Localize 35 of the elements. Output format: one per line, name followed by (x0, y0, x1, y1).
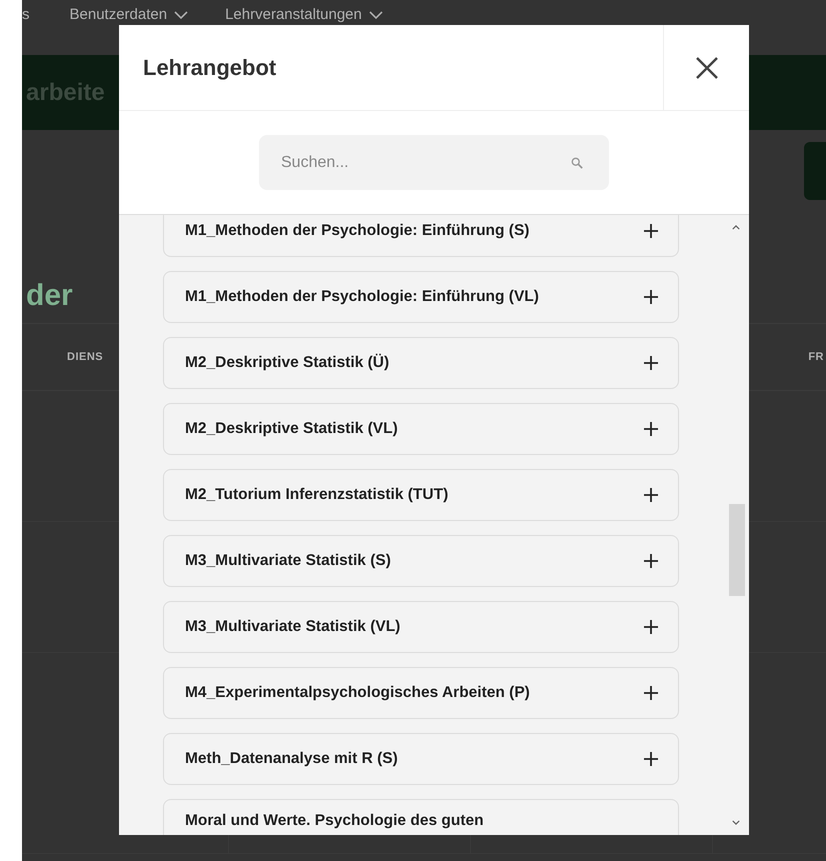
course-item[interactable]: M1_Methoden der Psychologie: Einführung (VL) (163, 271, 679, 323)
plus-icon (644, 356, 658, 370)
page-heading: der (26, 279, 73, 312)
scroll-down-icon[interactable] (732, 820, 740, 825)
chevron-down-icon (368, 10, 384, 20)
nav-item[interactable]: s (22, 6, 30, 23)
course-item[interactable]: Meth_Datenanalyse mit R (S) (163, 733, 679, 785)
nav-item[interactable]: Benutzerdaten (70, 6, 190, 23)
course-item[interactable]: Moral und Werte. Psychologie des guten (163, 799, 679, 835)
plus-icon (644, 620, 658, 634)
plus-icon (644, 422, 658, 436)
course-item[interactable]: M2_Deskriptive Statistik (Ü) (163, 337, 679, 389)
plus-icon (644, 686, 658, 700)
column-header: DIENS (67, 351, 104, 363)
plus-icon (644, 224, 658, 238)
scrollbar-thumb[interactable] (729, 504, 745, 596)
column-header: FR (808, 351, 824, 363)
action-button[interactable] (804, 142, 826, 200)
close-icon (694, 56, 718, 80)
course-item[interactable]: M3_Multivariate Statistik (S) (163, 535, 679, 587)
course-item[interactable]: M3_Multivariate Statistik (VL) (163, 601, 679, 653)
plus-icon (644, 488, 658, 502)
course-item[interactable]: M2_Tutorium Inferenzstatistik (TUT) (163, 469, 679, 521)
course-item[interactable]: M4_Experimentalpsychologisches Arbeiten (P) (163, 667, 679, 719)
plus-icon (644, 752, 658, 766)
search-icon (571, 157, 583, 169)
nav-item[interactable]: Lehrveranstaltungen (225, 6, 384, 23)
plus-icon (644, 290, 658, 304)
scroll-up-icon[interactable] (732, 225, 740, 230)
course-item[interactable]: M2_Deskriptive Statistik (VL) (163, 403, 679, 455)
chevron-down-icon (173, 10, 190, 20)
plus-icon (644, 554, 658, 568)
search-field[interactable]: Suchen... (259, 135, 609, 190)
course-item[interactable]: M1_Methoden der Psychologie: Einführung (S) (163, 215, 679, 257)
modal-title: Lehrangebot (142, 54, 278, 82)
